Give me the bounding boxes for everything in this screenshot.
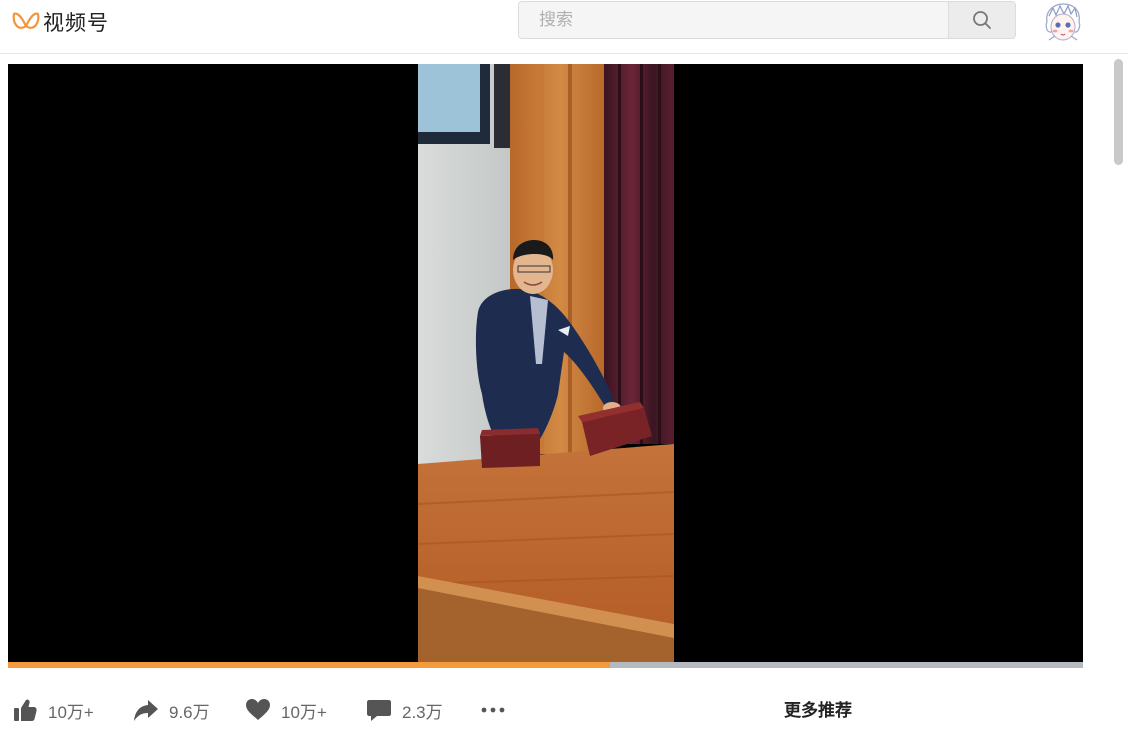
- share-count: 9.6万: [169, 702, 210, 722]
- video-still-image: [418, 64, 674, 662]
- scroll-thumb[interactable]: [1114, 59, 1123, 165]
- comment-count: 2.3万: [402, 702, 443, 722]
- progress-fill: [8, 662, 610, 668]
- page-scrollbar[interactable]: [1112, 56, 1126, 739]
- search-box: [518, 1, 1016, 39]
- search-icon: [973, 11, 991, 29]
- heart-icon: [246, 699, 270, 720]
- share-button[interactable]: 9.6万: [133, 690, 210, 730]
- app-name: 视频号: [43, 12, 109, 35]
- action-bar: 10万+ 9.6万 10万+ 2.3万: [0, 690, 800, 730]
- top-bar: 视频号: [0, 0, 1128, 54]
- favorite-count: 10万+: [281, 702, 327, 722]
- logo-icon: [12, 12, 40, 29]
- video-frame[interactable]: [418, 64, 674, 662]
- search-button[interactable]: [948, 2, 1015, 38]
- progress-bar[interactable]: [8, 662, 1083, 668]
- avatar[interactable]: [1041, 2, 1085, 44]
- like-count: 10万+: [48, 702, 94, 722]
- like-button[interactable]: 10万+: [12, 690, 94, 730]
- logo[interactable]: 视频号: [12, 8, 109, 36]
- more-button[interactable]: [480, 690, 506, 730]
- more-recommend-title: 更多推荐: [784, 701, 852, 720]
- comment-button[interactable]: 2.3万: [366, 690, 443, 730]
- share-icon: [134, 700, 158, 721]
- thumbs-up-icon: [14, 699, 37, 721]
- video-player[interactable]: [8, 64, 1083, 668]
- more-icon: [481, 707, 505, 713]
- comment-icon: [367, 700, 391, 721]
- search-input[interactable]: [519, 2, 951, 38]
- favorite-button[interactable]: 10万+: [245, 690, 327, 730]
